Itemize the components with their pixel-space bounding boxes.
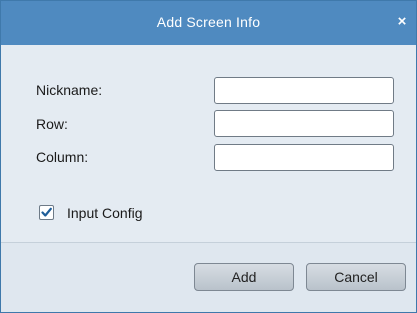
nickname-input[interactable] bbox=[214, 77, 394, 104]
input-config-checkbox[interactable] bbox=[39, 205, 54, 220]
dialog-footer: Add Cancel bbox=[1, 243, 416, 312]
row-input[interactable] bbox=[214, 110, 394, 137]
column-label: Column: bbox=[36, 149, 89, 165]
close-icon[interactable]: × bbox=[394, 14, 410, 30]
cancel-button[interactable]: Cancel bbox=[306, 263, 406, 291]
column-input[interactable] bbox=[214, 144, 394, 171]
nickname-label: Nickname: bbox=[36, 82, 103, 98]
add-button[interactable]: Add bbox=[194, 263, 294, 291]
dialog-titlebar: Add Screen Info × bbox=[1, 1, 416, 45]
row-label: Row: bbox=[36, 116, 68, 132]
checkmark-icon bbox=[41, 207, 52, 217]
dialog-body: Nickname: Row: Column: Input Config bbox=[1, 45, 416, 243]
input-config-label: Input Config bbox=[67, 205, 143, 221]
add-screen-info-dialog: Add Screen Info × Nickname: Row: Column:… bbox=[0, 0, 417, 313]
dialog-title: Add Screen Info bbox=[156, 14, 261, 30]
